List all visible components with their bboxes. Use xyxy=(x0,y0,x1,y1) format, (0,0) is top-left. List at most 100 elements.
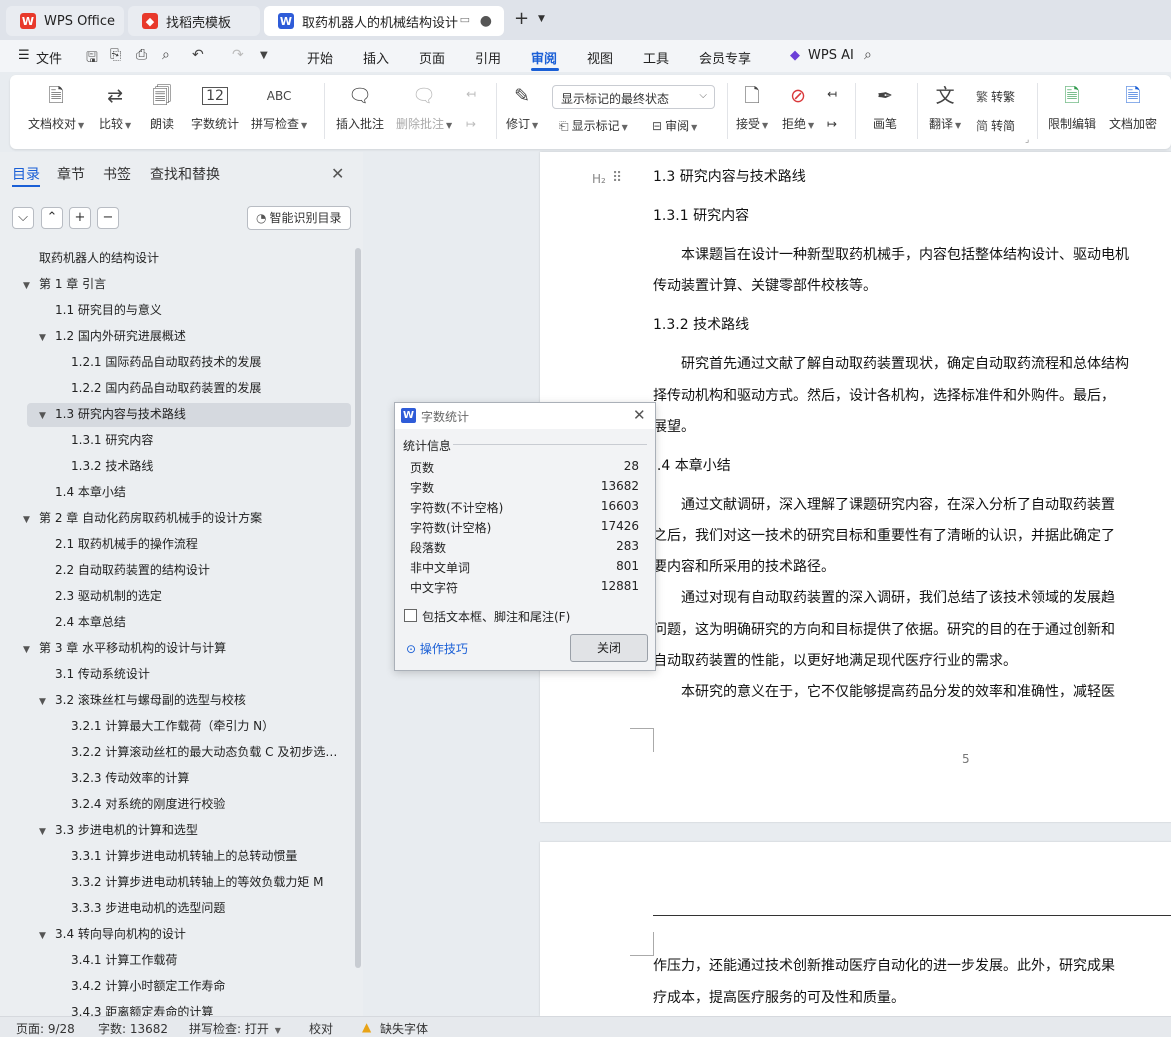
close-icon[interactable]: ✕ xyxy=(331,164,344,183)
toc-item[interactable]: 取药机器人的结构设计 xyxy=(39,246,159,270)
toc-item[interactable]: 3.1 传动系统设计 xyxy=(55,662,150,686)
status-spell-check[interactable]: 拼写检查: 打开 ▼ xyxy=(189,1020,281,1037)
menu-view[interactable]: 视图 xyxy=(587,48,613,67)
toc-item[interactable]: 3.4.1 计算工作载荷 xyxy=(71,948,177,972)
include-textbox-label[interactable]: 包括文本框、脚注和尾注(F) xyxy=(422,608,570,625)
review-pane-button[interactable]: ⊟ 审阅 ▼ xyxy=(652,117,697,134)
close-icon[interactable]: ✕ xyxy=(633,406,646,424)
tab-find-replace[interactable]: 查找和替换 xyxy=(150,164,220,184)
toc-item[interactable]: 3.3.2 计算步进电动机转轴上的等效负载力矩 M xyxy=(71,870,324,894)
prev-comment-icon[interactable]: ↤ xyxy=(466,87,476,101)
chevron-down-icon[interactable]: ▼ xyxy=(538,14,545,24)
mark-state-select[interactable]: 显示标记的最终状态 ⌵ xyxy=(552,85,715,109)
toc-item[interactable]: 2.1 取药机械手的操作流程 xyxy=(55,532,198,556)
toc-item[interactable]: ▼ 1.3 研究内容与技术路线 xyxy=(39,402,186,426)
toc-item[interactable]: 1.3.1 研究内容 xyxy=(71,428,153,452)
toc-item[interactable]: ▼ 第 1 章 引言 xyxy=(23,272,106,296)
remove-level-button[interactable]: − xyxy=(97,207,119,229)
expand-arrow-icon[interactable]: ▼ xyxy=(23,274,35,296)
include-textbox-checkbox[interactable] xyxy=(404,609,417,622)
toc-item[interactable]: ▼ 1.2 国内外研究进展概述 xyxy=(39,324,186,348)
smart-toc-button[interactable]: ◔ 智能识别目录 xyxy=(247,206,351,230)
toc-item[interactable]: 2.2 自动取药装置的结构设计 xyxy=(55,558,210,582)
delete-comment-button[interactable]: 🗨 删除批注 ▼ xyxy=(396,83,452,132)
restrict-edit-button[interactable]: 🗎 限制编辑 xyxy=(1048,83,1096,132)
menu-insert[interactable]: 插入 xyxy=(363,48,389,67)
menu-reference[interactable]: 引用 xyxy=(475,48,501,67)
accept-button[interactable]: 🗋 接受 ▼ xyxy=(736,83,768,132)
toc-item[interactable]: 3.3.3 步进电动机的选型问题 xyxy=(71,896,225,920)
menu-review[interactable]: 审阅 xyxy=(531,48,557,67)
toc-item[interactable]: ▼ 3.2 滚珠丝杠与螺母副的选型与校核 xyxy=(39,688,246,712)
menu-file[interactable]: 文件 xyxy=(36,48,62,67)
show-marks-button[interactable]: ⎗ 显示标记 ▼ xyxy=(559,117,628,134)
toc-item[interactable]: ▼ 第 3 章 水平移动机构的设计与计算 xyxy=(23,636,226,660)
toc-item[interactable]: 3.2.1 计算最大工作载荷（牵引力 N） xyxy=(71,714,274,738)
expand-arrow-icon[interactable]: ▼ xyxy=(23,508,35,530)
export-icon[interactable]: ⎘ xyxy=(110,47,121,63)
chevron-down-icon[interactable]: ▼ xyxy=(260,50,268,61)
encrypt-button[interactable]: 🗎 文档加密 xyxy=(1109,83,1157,132)
expand-arrow-icon[interactable]: ▼ xyxy=(39,924,51,946)
menu-wps-ai[interactable]: WPS AI xyxy=(808,48,854,63)
toc-item[interactable]: 1.1 研究目的与意义 xyxy=(55,298,162,322)
toc-item[interactable]: ▼ 3.3 步进电机的计算和选型 xyxy=(39,818,198,842)
tips-link[interactable]: ⊙ 操作技巧 xyxy=(406,640,468,657)
doc-check-button[interactable]: 🗎 文档校对 ▼ xyxy=(28,83,84,132)
add-level-button[interactable]: + xyxy=(69,207,91,229)
save-icon[interactable]: 🖫 xyxy=(86,47,98,71)
tab-toc[interactable]: 目录 xyxy=(12,164,40,184)
expand-arrow-icon[interactable]: ▼ xyxy=(39,404,51,426)
pen-button[interactable]: ✒ 画笔 xyxy=(873,83,897,132)
unsaved-dot-icon[interactable]: ● xyxy=(480,13,492,29)
revise-button[interactable]: ✎ 修订 ▼ xyxy=(506,83,538,132)
status-page[interactable]: 页面: 9/28 xyxy=(16,1020,75,1037)
next-change-icon[interactable]: ↦ xyxy=(827,117,837,131)
menu-page[interactable]: 页面 xyxy=(419,48,445,67)
new-tab-icon[interactable]: + xyxy=(514,8,529,29)
word-count-button[interactable]: 12 字数统计 xyxy=(191,83,239,132)
read-aloud-button[interactable]: 🗐 朗读 xyxy=(150,83,174,132)
monitor-icon[interactable]: ▭ xyxy=(460,13,470,26)
tab-bookmarks[interactable]: 书签 xyxy=(103,164,131,184)
toc-item[interactable]: 1.4 本章小结 xyxy=(55,480,126,504)
print-preview-icon[interactable]: ⌕ xyxy=(162,47,170,63)
toc-item[interactable]: 1.2.1 国际药品自动取药技术的发展 xyxy=(71,350,261,374)
toc-item[interactable]: ▼ 第 2 章 自动化药房取药机械手的设计方案 xyxy=(23,506,262,530)
print-icon[interactable]: ⎙ xyxy=(136,47,147,63)
to-simplified-button[interactable]: 简转简 xyxy=(976,117,1015,134)
toc-item[interactable]: 2.4 本章总结 xyxy=(55,610,126,634)
expand-arrow-icon[interactable]: ▼ xyxy=(39,690,51,712)
toc-item[interactable]: 3.3.1 计算步进电动机转轴上的总转动惯量 xyxy=(71,844,297,868)
sidebar-scrollbar[interactable] xyxy=(355,248,361,968)
status-word-count[interactable]: 字数: 13682 xyxy=(98,1020,168,1037)
status-missing-font[interactable]: 缺失字体 xyxy=(380,1020,428,1037)
toc-item[interactable]: 1.2.2 国内药品自动取药装置的发展 xyxy=(71,376,261,400)
toc-item[interactable]: 2.3 驱动机制的选定 xyxy=(55,584,162,608)
expand-arrow-icon[interactable]: ▼ xyxy=(39,820,51,842)
drag-handle-icon[interactable]: ⠿ xyxy=(612,170,622,186)
hamburger-icon[interactable]: ☰ xyxy=(18,48,30,63)
dialog-titlebar[interactable]: W 字数统计 ✕ xyxy=(395,403,655,429)
expand-up-button[interactable]: ⌃ xyxy=(41,207,63,229)
toc-item[interactable]: 1.3.2 技术路线 xyxy=(71,454,153,478)
reject-button[interactable]: ⊘ 拒绝 ▼ xyxy=(782,83,814,132)
prev-change-icon[interactable]: ↤ xyxy=(827,87,837,101)
toc-item[interactable]: 3.4.2 计算小时额定工作寿命 xyxy=(71,974,225,998)
compare-button[interactable]: ⇄ 比较 ▼ xyxy=(99,83,131,132)
tab-sections[interactable]: 章节 xyxy=(57,164,85,184)
tab-wps-office[interactable]: W WPS Office xyxy=(6,6,124,36)
expand-arrow-icon[interactable]: ▼ xyxy=(23,638,35,660)
collapse-all-button[interactable]: ⌵ xyxy=(12,207,34,229)
toc-item[interactable]: ▼ 3.4 转向导向机构的设计 xyxy=(39,922,186,946)
toc-item[interactable]: 3.2.4 对系统的刚度进行校验 xyxy=(71,792,225,816)
close-button[interactable]: 关闭 xyxy=(570,634,648,662)
menu-tools[interactable]: 工具 xyxy=(643,48,669,67)
toc-item[interactable]: 3.2.2 计算滚动丝杠的最大动态负载 C 及初步选… xyxy=(71,740,337,764)
menu-member[interactable]: 会员专享 xyxy=(699,48,751,67)
tab-docer-templates[interactable]: ◆ 找稻壳模板 xyxy=(128,6,260,36)
expand-arrow-icon[interactable]: ▼ xyxy=(39,326,51,348)
toc-item[interactable]: 3.2.3 传动效率的计算 xyxy=(71,766,189,790)
spell-check-button[interactable]: ABC 拼写检查 ▼ xyxy=(251,83,307,132)
redo-icon[interactable]: ↷ xyxy=(232,47,244,63)
